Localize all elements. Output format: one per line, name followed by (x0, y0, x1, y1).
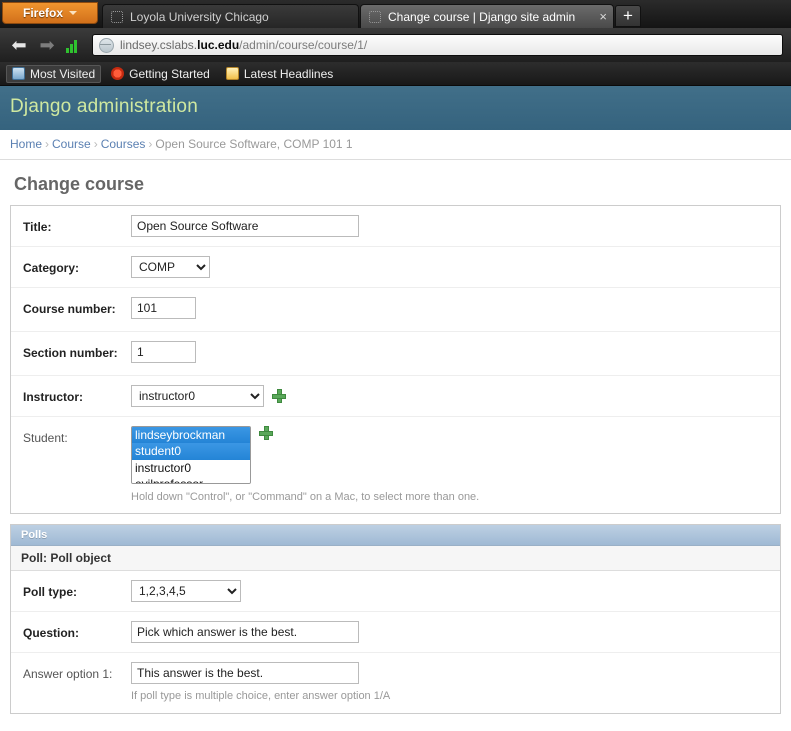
bookmark-label: Most Visited (30, 66, 96, 81)
breadcrumb-separator: › (93, 137, 98, 151)
form-row-instructor: Instructor: instructor0 (11, 376, 780, 417)
form-row-answer-option-1: Answer option 1: If poll type is multipl… (11, 653, 780, 713)
field-label-title: Title: (23, 220, 52, 234)
answer-option-1-input[interactable] (131, 662, 359, 685)
field-label-section-number: Section number: (23, 346, 118, 360)
add-plus-icon[interactable] (259, 426, 273, 440)
polls-inline-group: Polls Poll: Poll object Poll type: 1,2,3… (10, 524, 781, 714)
field-label-course-number: Course number: (23, 302, 116, 316)
field-label-question: Question: (23, 626, 79, 641)
breadcrumb-course[interactable]: Course (52, 137, 91, 151)
breadcrumb-current: Open Source Software, COMP 101 1 (155, 137, 353, 151)
bookmark-label: Getting Started (129, 66, 210, 81)
title-input[interactable] (131, 215, 359, 237)
bookmarks-toolbar: Most Visited Getting Started Latest Head… (0, 62, 791, 86)
globe-icon (99, 37, 114, 53)
answer-option-1-help-text: If poll type is multiple choice, enter a… (131, 690, 391, 703)
bookmark-latest-headlines[interactable]: Latest Headlines (220, 65, 339, 83)
student-help-text: Hold down "Control", or "Command" on a M… (131, 491, 480, 503)
forward-arrow-icon: ➡ (39, 35, 55, 55)
student-option: student0 (132, 443, 250, 459)
form-row-course-number: Course number: (11, 288, 780, 332)
browser-tab-loyola[interactable]: Loyola University Chicago (102, 4, 359, 28)
forward-button[interactable]: ➡ (36, 34, 58, 56)
back-button[interactable]: ⬅ (8, 34, 30, 56)
url-domain: luc.edu (197, 38, 240, 52)
form-row-section-number: Section number: (11, 332, 780, 376)
add-plus-icon[interactable] (272, 389, 286, 403)
firefox-menu-button[interactable]: Firefox (2, 2, 98, 24)
course-number-input[interactable] (131, 297, 196, 319)
field-label-instructor: Instructor: (23, 390, 83, 404)
site-title: Django administration (10, 96, 198, 117)
course-form-module: Title: Category: COMP Course number: (10, 205, 781, 515)
django-admin-page: Django administration Home › Course › Course… (0, 86, 791, 714)
question-input[interactable] (131, 621, 359, 644)
page-title: Change course (14, 174, 145, 194)
browser-chrome: Firefox Loyola University Chicago Change… (0, 0, 791, 86)
bookmark-most-visited[interactable]: Most Visited (6, 64, 102, 83)
poll-type-select[interactable]: 1,2,3,4,5 (131, 580, 241, 603)
getting-started-icon (111, 67, 125, 80)
tab-favicon-icon (369, 10, 381, 23)
instructor-select[interactable]: instructor0 (131, 385, 264, 407)
form-row-category: Category: COMP (11, 247, 780, 288)
breadcrumb: Home › Course › Courses › Open Source Software… (0, 130, 791, 160)
field-label-answer-option-1: Answer option 1: (23, 667, 113, 682)
section-number-input[interactable] (131, 341, 196, 363)
tab-favicon-icon (111, 10, 123, 23)
tab-bar: Firefox Loyola University Chicago Change… (0, 0, 791, 28)
browser-tab-title: Change course | Django site admin (388, 9, 576, 24)
field-label-category: Category: (23, 261, 80, 275)
polls-inline-heading: Polls (11, 525, 780, 547)
signal-bars-icon (66, 37, 84, 53)
most-visited-icon (12, 67, 25, 80)
chevron-down-icon (69, 11, 77, 15)
firefox-menu-label: Firefox (22, 6, 63, 20)
navigation-toolbar: ⬅ ➡ lindsey.cslabs. luc.edu/admin/course/… (0, 28, 791, 62)
poll-object-title: Poll: Poll object (11, 546, 780, 572)
form-row-question: Question: (11, 612, 780, 654)
student-option: evilprofessor (132, 476, 250, 484)
page-content: Change course Title: Category: COMP (0, 174, 791, 714)
form-row-title: Title: (11, 206, 780, 247)
breadcrumb-home[interactable]: Home (10, 137, 42, 151)
breadcrumb-separator: › (45, 137, 50, 151)
student-option: lindseybrockman (132, 427, 250, 443)
new-tab-button[interactable]: + (615, 5, 641, 27)
url-subdomain: lindsey.cslabs. (120, 38, 198, 52)
student-option: instructor0 (132, 460, 250, 476)
breadcrumb-courses[interactable]: Courses (101, 137, 146, 151)
category-select[interactable]: COMP (131, 256, 210, 278)
back-arrow-icon: ⬅ (11, 35, 27, 55)
bookmark-getting-started[interactable]: Getting Started (105, 65, 216, 83)
rss-feed-icon (225, 67, 239, 80)
student-multiselect[interactable]: lindseybrockman student0 instructor0 evi… (131, 426, 251, 484)
breadcrumb-separator: › (148, 137, 153, 151)
browser-tab-title: Loyola University Chicago (130, 9, 269, 24)
bookmark-label: Latest Headlines (243, 66, 334, 81)
field-label-student: Student: (23, 431, 68, 445)
url-path: /admin/course/course/1/ (239, 38, 368, 52)
form-row-poll-type: Poll type: 1,2,3,4,5 (11, 571, 780, 613)
site-header: Django administration (0, 86, 791, 130)
browser-tab-django-admin[interactable]: Change course | Django site admin × (360, 4, 614, 28)
close-icon[interactable]: × (599, 10, 607, 23)
field-label-poll-type: Poll type: (23, 585, 78, 600)
address-bar[interactable]: lindsey.cslabs. luc.edu/admin/course/cour… (92, 34, 783, 56)
form-row-student: Student: lindseybrockman student0 instru… (11, 417, 780, 514)
